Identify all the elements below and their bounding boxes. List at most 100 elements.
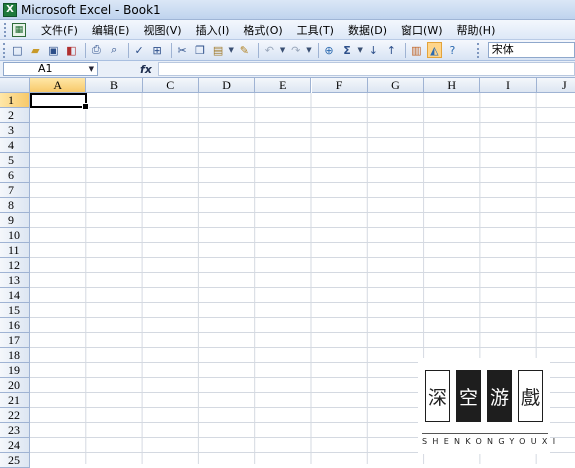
undo-icon[interactable]: ↶ [262,42,277,58]
column-header[interactable]: A [30,78,87,93]
row-header[interactable]: 10 [0,228,30,243]
menu-tools[interactable]: 工具(T) [290,22,341,38]
menu-window[interactable]: 窗口(W) [394,22,449,38]
row-header[interactable]: 7 [0,183,30,198]
menu-format[interactable]: 格式(O) [236,22,289,38]
row-header[interactable]: 20 [0,378,30,393]
row-header[interactable]: 3 [0,123,30,138]
active-cell[interactable] [30,93,89,110]
formatting-toolbar-grip-handle[interactable] [476,42,481,58]
title-bar: X Microsoft Excel - Book1 [0,0,575,20]
row-header[interactable]: 16 [0,318,30,333]
column-header[interactable]: F [311,78,368,93]
row-header[interactable]: 21 [0,393,30,408]
hyperlink-icon[interactable]: ⊕ [322,42,337,58]
logo-divider [422,433,548,434]
toolbar-separator [170,42,172,58]
row-header[interactable]: 17 [0,333,30,348]
logo-char: 空 [456,370,481,422]
paste-dropdown-icon[interactable]: ▼ [229,46,234,54]
chart-wizard-icon[interactable]: ▥ [409,42,424,58]
sort-descending-icon[interactable]: ↑ [384,42,399,58]
menu-file[interactable]: 文件(F) [34,22,85,38]
column-header[interactable]: H [424,78,481,93]
research-icon[interactable]: ⊞ [150,42,165,58]
name-box-value: A1 [38,62,53,75]
name-box-dropdown-icon[interactable]: ▼ [89,63,94,75]
row-header[interactable]: 11 [0,243,30,258]
row-header[interactable]: 22 [0,408,30,423]
row-header[interactable]: 1 [0,93,30,108]
column-header[interactable]: E [255,78,312,93]
select-all-corner[interactable] [0,78,30,93]
format-painter-icon[interactable]: ✎ [237,42,252,58]
row-header[interactable]: 8 [0,198,30,213]
drawing-icon[interactable]: ◭ [426,42,442,58]
spelling-icon[interactable]: ✓ [132,42,147,58]
menu-edit[interactable]: 编辑(E) [85,22,137,38]
logo-char: 戲 [518,370,543,422]
toolbar-separator [404,42,406,58]
row-header[interactable]: 9 [0,213,30,228]
row-header[interactable]: 6 [0,168,30,183]
menu-data[interactable]: 数据(D) [341,22,394,38]
new-file-icon[interactable]: □ [10,42,25,58]
row-header[interactable]: 4 [0,138,30,153]
formula-bar: A1 ▼ fx [0,61,575,78]
autosum-icon[interactable]: Σ [340,42,355,58]
undo-dropdown-icon[interactable]: ▼ [280,46,285,54]
save-icon[interactable]: ▣ [46,42,61,58]
column-header[interactable]: J [536,78,575,93]
menu-view[interactable]: 视图(V) [136,22,188,38]
column-header[interactable]: G [367,78,425,93]
window-title: Microsoft Excel - Book1 [21,2,161,17]
cut-icon[interactable]: ✂ [175,42,190,58]
excel-icon[interactable]: X [3,2,17,17]
name-box[interactable]: A1 ▼ [3,62,98,76]
row-header[interactable]: 25 [0,453,30,468]
workbook-icon[interactable]: ▦ [12,22,26,37]
row-header[interactable]: 19 [0,363,30,378]
row-header[interactable]: 13 [0,273,30,288]
toolbar-separator [317,42,319,58]
print-preview-icon[interactable]: ⌕ [107,42,122,58]
column-header[interactable]: C [142,78,199,93]
column-header[interactable]: I [480,78,537,93]
row-header[interactable]: 12 [0,258,30,273]
row-header[interactable]: 2 [0,108,30,123]
sort-ascending-icon[interactable]: ↓ [366,42,381,58]
column-header[interactable]: D [198,78,256,93]
open-folder-icon[interactable]: ▰ [28,42,43,58]
menu-help[interactable]: 帮助(H) [450,22,503,38]
toolbar-separator [257,42,259,58]
logo-char: 深 [425,370,450,422]
row-header[interactable]: 23 [0,423,30,438]
redo-icon[interactable]: ↷ [288,42,303,58]
row-header[interactable]: 14 [0,288,30,303]
autosum-dropdown-icon[interactable]: ▼ [357,46,362,54]
permission-icon[interactable]: ◧ [64,42,79,58]
logo-char: 游 [487,370,512,422]
help-icon[interactable]: ? [445,42,460,58]
row-header[interactable]: 15 [0,303,30,318]
toolbar-separator [127,42,129,58]
font-name-field[interactable]: 宋体 [487,42,575,58]
logo-caption: SHENKONGYOUXI [422,437,561,446]
menu-grip-handle[interactable] [4,22,9,37]
menu-bar: ▦ 文件(F) 编辑(E) 视图(V) 插入(I) 格式(O) 工具(T) 数据… [0,20,575,40]
redo-dropdown-icon[interactable]: ▼ [306,46,311,54]
column-header[interactable]: B [86,78,143,93]
row-header[interactable]: 18 [0,348,30,363]
row-header[interactable]: 24 [0,438,30,453]
toolbar-separator [84,42,86,58]
row-header[interactable]: 5 [0,153,30,168]
standard-toolbar: □ ▰ ▣ ◧ ⎙ ⌕ ✓ ⊞ ✂ ❐ ▤ ▼ ✎ ↶ ▼ ↷ ▼ ⊕ Σ ▼ … [0,40,575,61]
watermark-logo: 深 空 游 戲 SHENKONGYOUXI [418,358,561,454]
toolbar-grip-handle[interactable] [3,42,7,58]
copy-icon[interactable]: ❐ [193,42,208,58]
menu-insert[interactable]: 插入(I) [189,22,237,38]
paste-icon[interactable]: ▤ [211,42,226,58]
print-icon[interactable]: ⎙ [89,42,104,58]
formula-input[interactable] [157,62,575,76]
insert-function-icon[interactable]: fx [140,63,152,76]
